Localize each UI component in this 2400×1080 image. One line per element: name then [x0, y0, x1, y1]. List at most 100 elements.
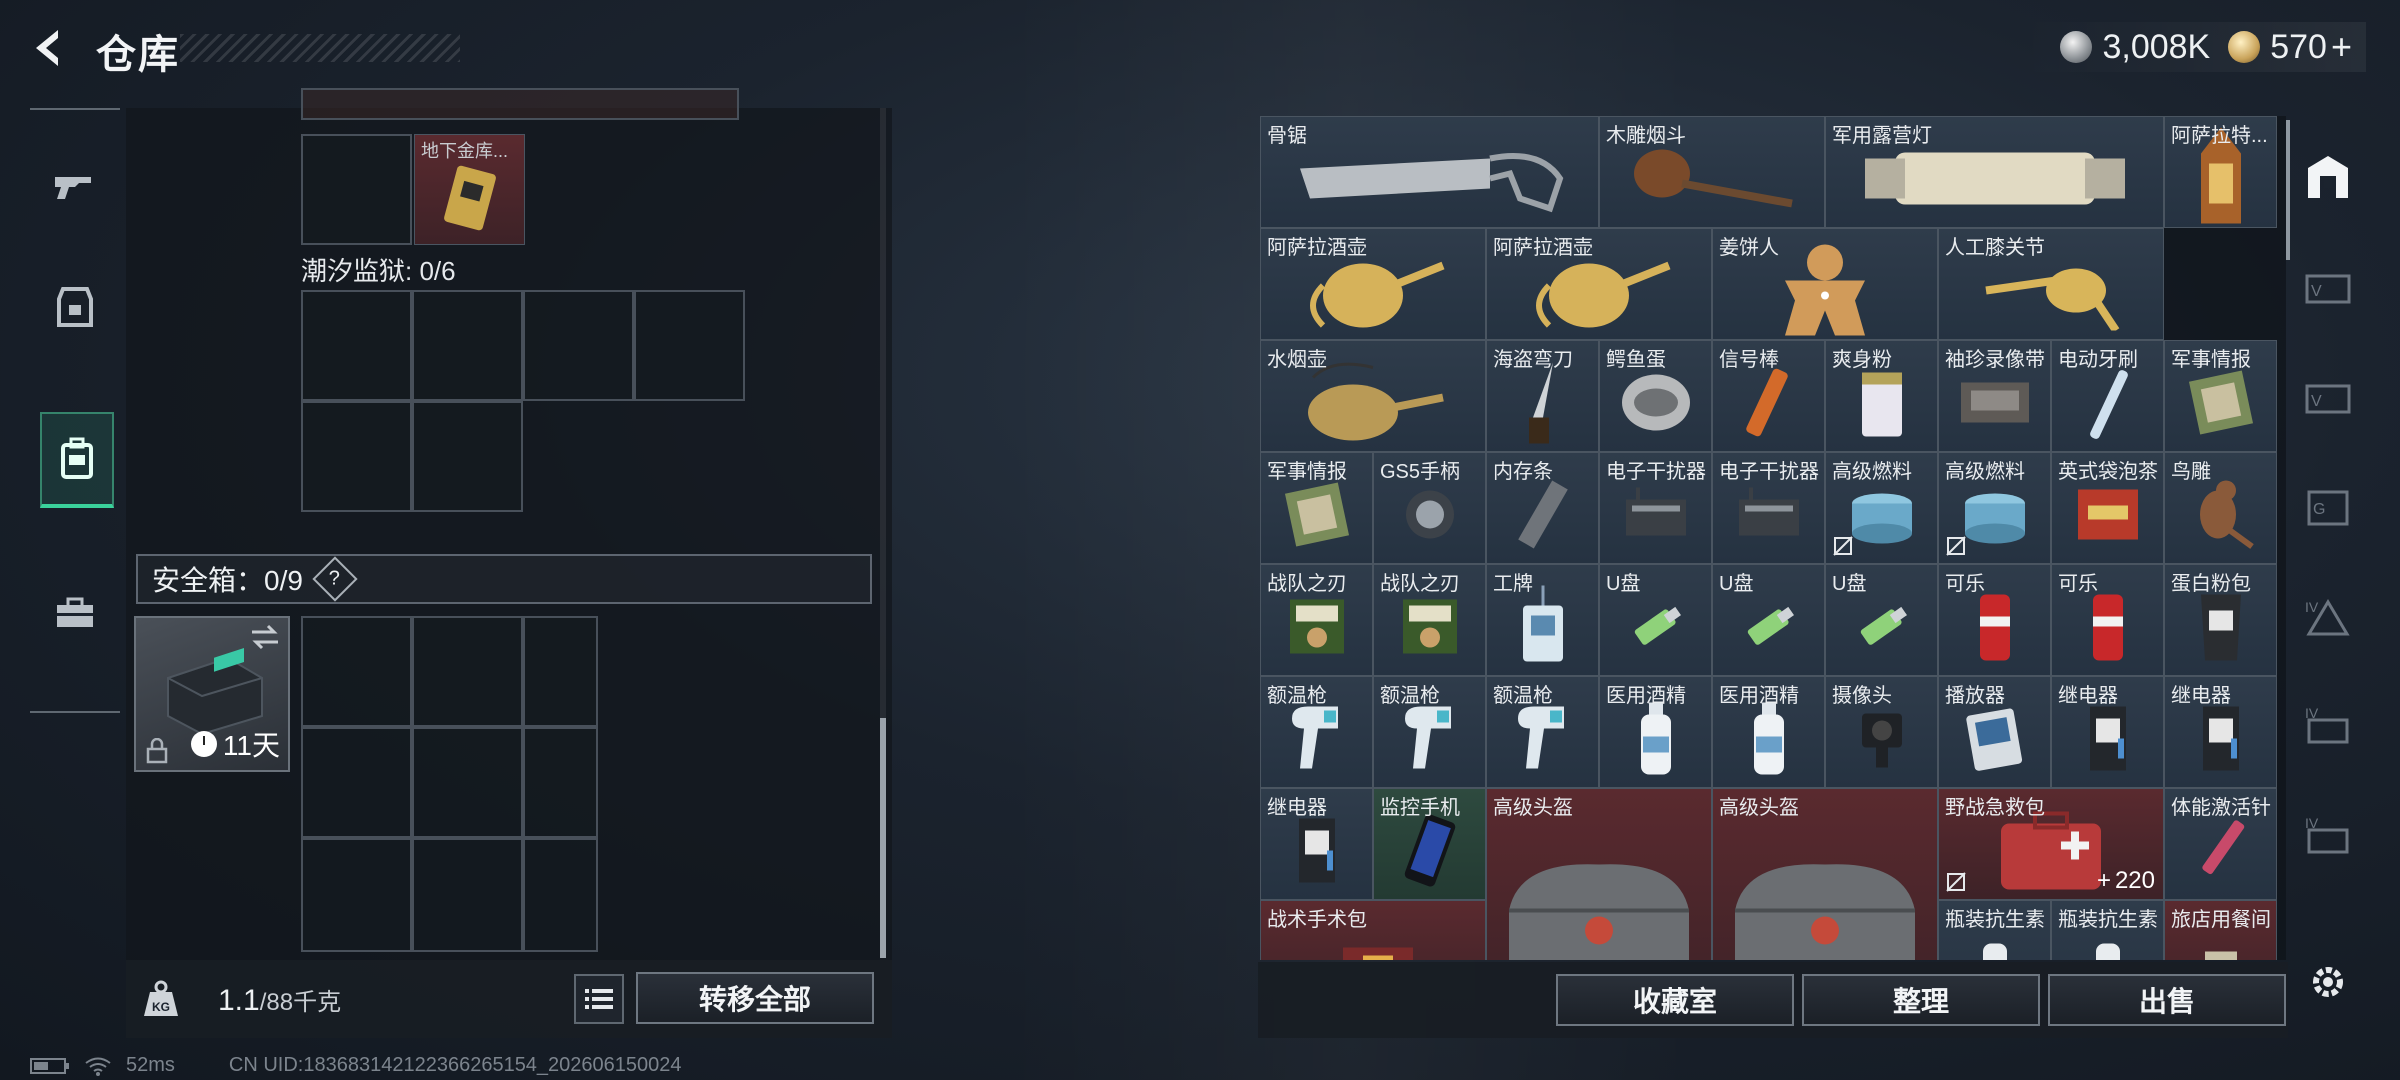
inventory-item[interactable]: 鳄鱼蛋: [1599, 340, 1712, 452]
safebox-card[interactable]: 11天: [134, 616, 290, 772]
inventory-item[interactable]: 高级头盔: [1712, 788, 1938, 960]
container-slot[interactable]: [412, 290, 523, 401]
inventory-item[interactable]: 英式袋泡茶: [2051, 452, 2164, 564]
tab-container-iv3[interactable]: IV: [2296, 806, 2360, 870]
safebox-slot[interactable]: [523, 616, 598, 727]
transfer-all-button[interactable]: 转移全部: [636, 972, 874, 1024]
inventory-item[interactable]: 摄像头: [1825, 676, 1938, 788]
list-view-button[interactable]: [574, 974, 624, 1024]
stash-scroll-thumb[interactable]: [880, 718, 886, 958]
tab-warehouse[interactable]: [2296, 144, 2360, 208]
inventory-item[interactable]: 阿萨拉酒壶: [1486, 228, 1712, 340]
add-currency-button[interactable]: +: [2331, 26, 2352, 68]
inventory-item[interactable]: 旅店用餐间: [2164, 900, 2277, 960]
inventory-item[interactable]: 播放器: [1938, 676, 2051, 788]
inventory-item[interactable]: 瓶装抗生素: [2051, 900, 2164, 960]
settings-button[interactable]: [2296, 950, 2360, 1014]
nav-weapon[interactable]: [40, 142, 110, 232]
inventory-item[interactable]: 鸟雕: [2164, 452, 2277, 564]
inventory-item[interactable]: 医用酒精: [1712, 676, 1825, 788]
item-name: 体能激活针: [2171, 797, 2271, 819]
inventory-item[interactable]: 内存条: [1486, 452, 1599, 564]
container-slot[interactable]: [301, 290, 412, 401]
help-button[interactable]: ?: [312, 556, 358, 602]
inventory-item[interactable]: 阿萨拉酒壶: [1260, 228, 1486, 340]
inventory-item[interactable]: 瓶装抗生素: [1938, 900, 2051, 960]
swap-icon[interactable]: [250, 624, 280, 650]
safebox-slot[interactable]: [523, 727, 598, 838]
safebox-slot[interactable]: [301, 616, 412, 727]
safebox-slot[interactable]: [301, 838, 412, 952]
back-button[interactable]: [28, 26, 72, 70]
collection-room-button[interactable]: 收藏室: [1556, 974, 1794, 1026]
tab-container-v[interactable]: V: [2296, 256, 2360, 320]
nav-toolbox[interactable]: [40, 568, 110, 658]
currency-gold[interactable]: 570 +: [2228, 26, 2352, 68]
inventory-item[interactable]: 继电器: [2164, 676, 2277, 788]
inventory-item[interactable]: 可乐: [2051, 564, 2164, 676]
lantern-icon: [1855, 138, 2135, 223]
tab-container-g[interactable]: G: [2296, 476, 2360, 540]
tab-container-iv[interactable]: IV: [2296, 586, 2360, 650]
sort-button[interactable]: 整理: [1802, 974, 2040, 1026]
inventory-item[interactable]: 可乐: [1938, 564, 2051, 676]
inventory-item[interactable]: 监控手机: [1373, 788, 1486, 900]
inventory-item[interactable]: 战队之刃: [1373, 564, 1486, 676]
inventory-item[interactable]: 额温枪: [1260, 676, 1373, 788]
inventory-item[interactable]: 高级头盔: [1486, 788, 1712, 960]
inventory-item[interactable]: U盘: [1825, 564, 1938, 676]
nav-armor[interactable]: [40, 262, 110, 352]
inventory-item[interactable]: GS5手柄: [1373, 452, 1486, 564]
safebox-slot[interactable]: [523, 838, 598, 952]
inventory-item[interactable]: 人工膝关节: [1938, 228, 2164, 340]
safebox-slot[interactable]: [301, 727, 412, 838]
safebox-slot[interactable]: [412, 727, 523, 838]
safebox-slot[interactable]: [412, 616, 523, 727]
inventory-item[interactable]: 工牌: [1486, 564, 1599, 676]
inventory-item[interactable]: 继电器: [2051, 676, 2164, 788]
nav-backpack[interactable]: [40, 412, 114, 508]
inventory-item[interactable]: U盘: [1599, 564, 1712, 676]
inventory-item[interactable]: 军事情报: [2164, 340, 2277, 452]
inventory-item[interactable]: 海盗弯刀: [1486, 340, 1599, 452]
inventory-item[interactable]: 额温枪: [1373, 676, 1486, 788]
inventory-item[interactable]: 电子干扰器: [1712, 452, 1825, 564]
safebox-slot[interactable]: [412, 838, 523, 952]
tab-container-v2[interactable]: V: [2296, 366, 2360, 430]
sell-button[interactable]: 出售: [2048, 974, 2286, 1026]
tab-container-iv2[interactable]: IV: [2296, 696, 2360, 760]
stash-item-vault-card[interactable]: 地下金库...: [414, 134, 525, 245]
inventory-item[interactable]: 军用露营灯: [1825, 116, 2164, 228]
inventory-item[interactable]: 电子干扰器: [1599, 452, 1712, 564]
inventory-item[interactable]: 阿萨拉特...: [2164, 116, 2277, 228]
nav-divider: [30, 711, 120, 713]
inventory-item[interactable]: 战术手术包: [1260, 900, 1486, 960]
inventory-item[interactable]: 爽身粉: [1825, 340, 1938, 452]
item-name: 鸟雕: [2171, 461, 2211, 483]
inventory-item[interactable]: 姜饼人: [1712, 228, 1938, 340]
inventory-item[interactable]: 军事情报: [1260, 452, 1373, 564]
inventory-item[interactable]: 袖珍录像带: [1938, 340, 2051, 452]
container-slot[interactable]: [301, 401, 412, 512]
inventory-item[interactable]: 电动牙刷: [2051, 340, 2164, 452]
inventory-item[interactable]: 信号棒: [1712, 340, 1825, 452]
inventory-item[interactable]: 继电器: [1260, 788, 1373, 900]
container-slot[interactable]: [634, 290, 745, 401]
status-bar: 52ms CN UID:18368314212236626515​4_20260…: [30, 1054, 682, 1077]
inventory-item[interactable]: 野战急救包 +220: [1938, 788, 2164, 900]
inventory-item[interactable]: 额温枪: [1486, 676, 1599, 788]
svg-text:V: V: [2311, 283, 2322, 300]
inventory-item[interactable]: 医用酒精: [1599, 676, 1712, 788]
container-slot[interactable]: [523, 290, 634, 401]
inventory-item[interactable]: 水烟壶: [1260, 340, 1486, 452]
no-sell-icon: [1946, 872, 1966, 892]
inventory-item[interactable]: 战队之刃: [1260, 564, 1373, 676]
inventory-item[interactable]: 蛋白粉包: [2164, 564, 2277, 676]
container-slot[interactable]: [412, 401, 523, 512]
inventory-item[interactable]: 高级燃料: [1938, 452, 2051, 564]
inventory-item[interactable]: 骨锯: [1260, 116, 1599, 228]
inventory-item[interactable]: 高级燃料: [1825, 452, 1938, 564]
inventory-item[interactable]: 体能激活针: [2164, 788, 2277, 900]
inventory-item[interactable]: 木雕烟斗: [1599, 116, 1825, 228]
inventory-item[interactable]: U盘: [1712, 564, 1825, 676]
